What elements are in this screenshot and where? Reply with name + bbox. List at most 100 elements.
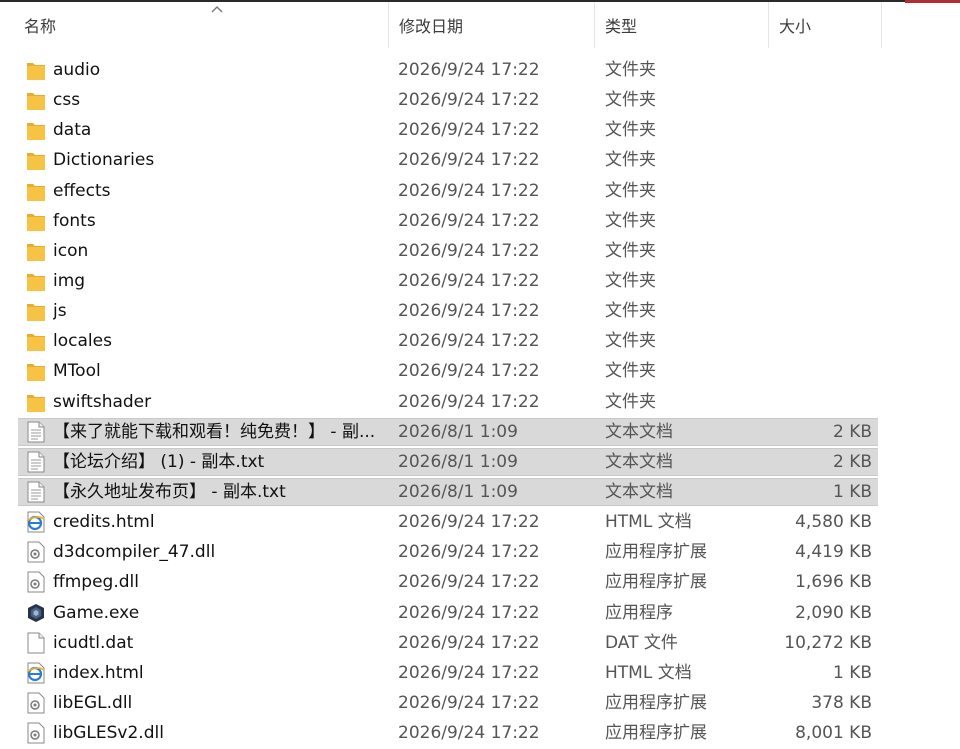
file-row[interactable]: credits.html 2026/9/24 17:22 HTML 文档 4,580 … <box>0 507 960 537</box>
file-modified-date: 2026/9/24 17:22 <box>398 240 540 261</box>
file-name: css <box>53 90 81 111</box>
file-row[interactable]: css 2026/9/24 17:22 文件夹 <box>0 85 960 115</box>
file-row[interactable]: index.html 2026/9/24 17:22 HTML 文档 1 KB <box>0 658 960 688</box>
file-type: 应用程序扩展 <box>605 542 707 563</box>
dll-file-icon <box>26 571 46 593</box>
file-modified-date: 2026/9/24 17:22 <box>398 602 540 623</box>
file-type: DAT 文件 <box>605 632 678 653</box>
file-type: 文件夹 <box>605 150 656 171</box>
file-modified-date: 2026/9/24 17:22 <box>398 632 540 653</box>
file-row[interactable]: 【来了就能下载和观看！纯免费！】 - 副... 2026/8/1 1:09 文本文档… <box>0 417 960 447</box>
file-modified-date: 2026/8/1 1:09 <box>398 481 518 502</box>
column-header-date-label: 修改日期 <box>399 17 464 36</box>
file-name: 【来了就能下载和观看！纯免费！】 - 副... <box>53 421 376 442</box>
file-size <box>770 115 872 145</box>
file-name: index.html <box>53 662 144 683</box>
file-modified-date: 2026/9/24 17:22 <box>398 331 540 352</box>
file-row[interactable]: img 2026/9/24 17:22 文件夹 <box>0 266 960 296</box>
file-size: 1,696 KB <box>795 572 872 593</box>
folder-icon <box>26 149 46 171</box>
file-row[interactable]: data 2026/9/24 17:22 文件夹 <box>0 115 960 145</box>
file-size: 378 KB <box>811 692 872 713</box>
file-row[interactable]: fonts 2026/9/24 17:22 文件夹 <box>0 206 960 236</box>
folder-icon <box>26 119 46 141</box>
file-name: d3dcompiler_47.dll <box>53 542 216 563</box>
folder-icon <box>26 300 46 322</box>
file-modified-date: 2026/9/24 17:22 <box>398 120 540 141</box>
file-type: 文件夹 <box>605 301 656 322</box>
column-header-size-label: 大小 <box>779 17 812 36</box>
folder-icon <box>26 270 46 292</box>
file-row[interactable]: 【永久地址发布页】 - 副本.txt 2026/8/1 1:09 文本文档 1 KB <box>0 477 960 507</box>
file-row[interactable]: Dictionaries 2026/9/24 17:22 文件夹 <box>0 145 960 175</box>
file-name: locales <box>53 331 112 352</box>
sort-ascending-icon <box>211 6 223 13</box>
file-name: js <box>53 301 67 322</box>
file-modified-date: 2026/9/24 17:22 <box>398 542 540 563</box>
file-size <box>770 176 872 206</box>
file-row[interactable]: d3dcompiler_47.dll 2026/9/24 17:22 应用程序扩展 4… <box>0 537 960 567</box>
file-size <box>770 387 872 417</box>
file-name: MTool <box>53 361 101 382</box>
file-row[interactable]: locales 2026/9/24 17:22 文件夹 <box>0 326 960 356</box>
file-type: 文件夹 <box>605 361 656 382</box>
html-file-icon <box>26 511 46 533</box>
file-modified-date: 2026/9/24 17:22 <box>398 60 540 80</box>
file-name: effects <box>53 180 111 201</box>
column-header-size[interactable]: 大小 <box>768 2 882 48</box>
file-list: audio 2026/9/24 17:22 文件夹 css 2026/9/24 17:… <box>0 55 960 748</box>
column-header-name[interactable]: 名称 <box>14 2 388 48</box>
file-row[interactable]: libGLESv2.dll 2026/9/24 17:22 应用程序扩展 8,001 … <box>0 718 960 748</box>
file-modified-date: 2026/9/24 17:22 <box>398 90 540 111</box>
file-modified-date: 2026/9/24 17:22 <box>398 301 540 322</box>
file-modified-date: 2026/9/24 17:22 <box>398 361 540 382</box>
file-name: fonts <box>53 210 96 231</box>
file-type: 文本文档 <box>605 481 673 502</box>
file-row[interactable]: 【论坛介绍】 (1) - 副本.txt 2026/8/1 1:09 文本文档 2 KB <box>0 447 960 477</box>
folder-icon <box>26 210 46 232</box>
file-size <box>770 236 872 266</box>
file-type: 文件夹 <box>605 270 656 291</box>
file-size <box>770 85 872 115</box>
file-row[interactable]: ffmpeg.dll 2026/9/24 17:22 应用程序扩展 1,696 KB <box>0 567 960 597</box>
dll-file-icon <box>26 541 46 563</box>
file-row[interactable]: audio 2026/9/24 17:22 文件夹 <box>0 55 960 85</box>
file-size: 2 KB <box>832 421 872 442</box>
file-size: 2,090 KB <box>795 602 872 623</box>
file-name: 【论坛介绍】 (1) - 副本.txt <box>53 451 265 472</box>
file-name: libEGL.dll <box>53 692 133 713</box>
folder-icon <box>26 330 46 352</box>
text-file-icon <box>26 421 46 443</box>
file-row[interactable]: Game.exe 2026/9/24 17:22 应用程序 2,090 KB <box>0 598 960 628</box>
file-row[interactable]: icon 2026/9/24 17:22 文件夹 <box>0 236 960 266</box>
file-size: 1 KB <box>832 662 872 683</box>
file-size: 10,272 KB <box>784 632 872 653</box>
file-size: 4,419 KB <box>795 542 872 563</box>
folder-icon <box>26 180 46 202</box>
file-row[interactable]: libEGL.dll 2026/9/24 17:22 应用程序扩展 378 KB <box>0 688 960 718</box>
folder-icon <box>26 360 46 382</box>
column-header-date[interactable]: 修改日期 <box>388 2 594 48</box>
file-type: 应用程序扩展 <box>605 723 707 744</box>
file-type: HTML 文档 <box>605 662 692 683</box>
file-size <box>770 55 872 85</box>
file-type: 应用程序 <box>605 602 673 623</box>
file-row[interactable]: MTool 2026/9/24 17:22 文件夹 <box>0 356 960 386</box>
column-header-bar: 名称 修改日期 类型 大小 <box>0 2 960 48</box>
folder-icon <box>26 59 46 81</box>
file-type: 文件夹 <box>605 210 656 231</box>
file-modified-date: 2026/9/24 17:22 <box>398 692 540 713</box>
file-type: 文件夹 <box>605 120 656 141</box>
file-name: 【永久地址发布页】 - 副本.txt <box>53 481 286 502</box>
file-size <box>770 296 872 326</box>
column-header-type-label: 类型 <box>605 17 638 36</box>
folder-icon <box>26 240 46 262</box>
file-row[interactable]: js 2026/9/24 17:22 文件夹 <box>0 296 960 326</box>
file-modified-date: 2026/9/24 17:22 <box>398 150 540 171</box>
file-row[interactable]: effects 2026/9/24 17:22 文件夹 <box>0 176 960 206</box>
column-header-type[interactable]: 类型 <box>594 2 768 48</box>
file-row[interactable]: swiftshader 2026/9/24 17:22 文件夹 <box>0 387 960 417</box>
file-size: 1 KB <box>832 481 872 502</box>
file-row[interactable]: icudtl.dat 2026/9/24 17:22 DAT 文件 10,272 KB <box>0 628 960 658</box>
file-size <box>770 326 872 356</box>
